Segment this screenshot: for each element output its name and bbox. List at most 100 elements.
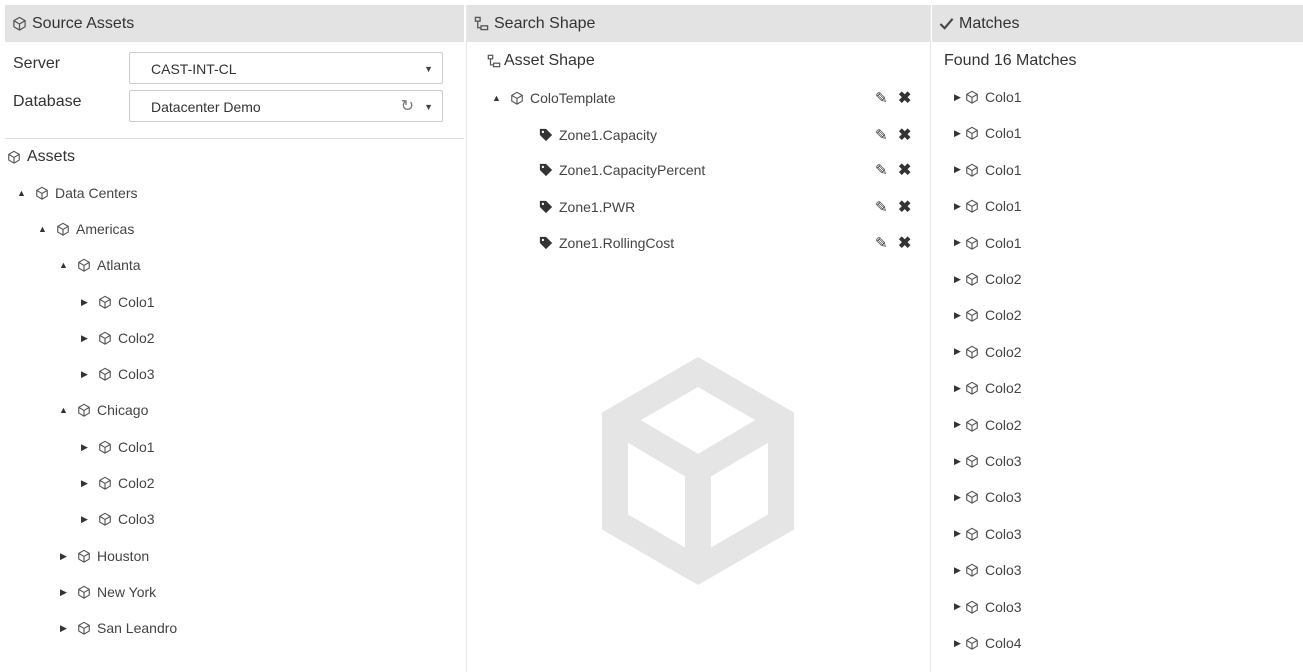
match-item[interactable]: ▶ Colo2 [953, 413, 1022, 437]
triangle-collapsed-icon[interactable]: ▶ [80, 333, 89, 344]
tree-node-atlanta[interactable]: ▲ Atlanta [59, 253, 141, 277]
tree-node-houston[interactable]: ▶ Houston [59, 544, 149, 568]
tree-node-colo[interactable]: ▶ Colo1 [80, 290, 155, 314]
match-item[interactable]: ▶ Colo3 [953, 485, 1022, 509]
triangle-collapsed-icon[interactable]: ▶ [80, 478, 89, 489]
tag-icon [539, 128, 553, 142]
match-item[interactable]: ▶ Colo2 [953, 303, 1022, 327]
tree-node-colo[interactable]: ▶ Colo3 [80, 507, 155, 531]
tree-node-colo[interactable]: ▶ Colo1 [80, 435, 155, 459]
triangle-collapsed-icon[interactable]: ▶ [953, 383, 962, 394]
attribute-label: Zone1.PWR [559, 199, 636, 215]
triangle-collapsed-icon[interactable]: ▶ [80, 442, 89, 453]
tree-node-colo[interactable]: ▶ Colo2 [80, 471, 155, 495]
triangle-collapsed-icon[interactable]: ▶ [953, 346, 962, 357]
pencil-icon[interactable]: ✎ [875, 198, 892, 216]
cube-icon [966, 563, 978, 577]
pencil-icon[interactable]: ✎ [875, 234, 892, 252]
match-item[interactable]: ▶ Colo1 [953, 231, 1022, 255]
triangle-collapsed-icon[interactable]: ▶ [953, 92, 962, 103]
triangle-collapsed-icon[interactable]: ▶ [953, 601, 962, 612]
triangle-collapsed-icon[interactable]: ▶ [953, 528, 962, 539]
triangle-collapsed-icon[interactable]: ▶ [953, 492, 962, 503]
triangle-collapsed-icon[interactable]: ▶ [953, 638, 962, 649]
cube-icon [966, 491, 978, 505]
pencil-icon[interactable]: ✎ [875, 126, 892, 144]
match-item[interactable]: ▶ Colo3 [953, 558, 1022, 582]
close-icon[interactable]: ✖ [898, 88, 915, 108]
server-select[interactable]: CAST-INT-CL ▼ [129, 52, 443, 84]
triangle-expanded-icon[interactable]: ▲ [59, 260, 68, 270]
tree-node-chicago[interactable]: ▲ Chicago [59, 398, 148, 422]
match-label: Colo1 [985, 125, 1022, 142]
found-matches-text: Found 16 Matches [944, 52, 1077, 69]
triangle-collapsed-icon[interactable]: ▶ [953, 456, 962, 467]
divider [5, 138, 464, 139]
matches-panel: Matches Found 16 Matches ▶ Colo1 ▶ Colo1 ▶ Co… [932, 5, 1303, 672]
match-item[interactable]: ▶ Colo3 [953, 595, 1022, 619]
database-label: Database [13, 93, 82, 110]
match-item[interactable]: ▶ Colo4 [953, 631, 1022, 655]
match-item[interactable]: ▶ Colo2 [953, 267, 1022, 291]
close-icon[interactable]: ✖ [898, 233, 915, 253]
tree-node-san-leandro[interactable]: ▶ San Leandro [59, 616, 177, 640]
tree-node-colo-template[interactable]: ▲ ColoTemplate [492, 86, 616, 110]
tree-node-label: Data Centers [55, 185, 138, 201]
triangle-collapsed-icon[interactable]: ▶ [953, 565, 962, 576]
match-item[interactable]: ▶ Colo3 [953, 449, 1022, 473]
close-icon[interactable]: ✖ [898, 197, 915, 217]
matches-header: Matches [932, 5, 1303, 42]
attribute-item[interactable]: Zone1.CapacityPercent [539, 158, 705, 182]
match-label: Colo3 [985, 598, 1022, 615]
tree-node-colo[interactable]: ▶ Colo3 [80, 362, 155, 386]
cube-icon [966, 345, 978, 359]
close-icon[interactable]: ✖ [898, 125, 915, 145]
assets-heading: Assets [7, 145, 75, 169]
match-item[interactable]: ▶ Colo1 [953, 85, 1022, 109]
match-item[interactable]: ▶ Colo1 [953, 121, 1022, 145]
cube-icon [966, 163, 978, 177]
triangle-collapsed-icon[interactable]: ▶ [953, 237, 962, 248]
tree-node-label: Colo3 [118, 511, 155, 527]
tree-node-americas[interactable]: ▲ Americas [38, 217, 134, 241]
triangle-collapsed-icon[interactable]: ▶ [59, 587, 68, 598]
tree-node-colo[interactable]: ▶ Colo2 [80, 326, 155, 350]
hierarchy-icon [474, 16, 489, 31]
triangle-collapsed-icon[interactable]: ▶ [953, 310, 962, 321]
triangle-collapsed-icon[interactable]: ▶ [953, 201, 962, 212]
attribute-item[interactable]: Zone1.PWR [539, 195, 635, 219]
match-item[interactable]: ▶ Colo2 [953, 340, 1022, 364]
tree-node-new-york[interactable]: ▶ New York [59, 580, 156, 604]
triangle-collapsed-icon[interactable]: ▶ [953, 128, 962, 139]
tree-node-data-centers[interactable]: ▲ Data Centers [17, 181, 137, 205]
match-item[interactable]: ▶ Colo1 [953, 158, 1022, 182]
pencil-icon[interactable]: ✎ [875, 161, 892, 179]
attribute-actions: ✎ ✖ [875, 195, 915, 219]
triangle-collapsed-icon[interactable]: ▶ [59, 551, 68, 562]
triangle-collapsed-icon[interactable]: ▶ [80, 514, 89, 525]
triangle-expanded-icon[interactable]: ▲ [59, 405, 68, 415]
cube-icon [99, 367, 111, 381]
triangle-collapsed-icon[interactable]: ▶ [80, 297, 89, 308]
cube-icon [78, 621, 90, 635]
triangle-expanded-icon[interactable]: ▲ [492, 93, 501, 103]
triangle-collapsed-icon[interactable]: ▶ [59, 623, 68, 634]
triangle-expanded-icon[interactable]: ▲ [38, 224, 47, 234]
match-item[interactable]: ▶ Colo3 [953, 522, 1022, 546]
asset-shape-heading: Asset Shape [487, 49, 595, 73]
attribute-item[interactable]: Zone1.RollingCost [539, 231, 674, 255]
cube-icon [78, 403, 90, 417]
triangle-collapsed-icon[interactable]: ▶ [953, 419, 962, 430]
match-item[interactable]: ▶ Colo1 [953, 194, 1022, 218]
triangle-collapsed-icon[interactable]: ▶ [80, 369, 89, 380]
triangle-collapsed-icon[interactable]: ▶ [953, 164, 962, 175]
hierarchy-icon [487, 54, 501, 68]
attribute-item[interactable]: Zone1.Capacity [539, 123, 657, 147]
database-select[interactable]: Datacenter Demo ↻ ▼ [129, 90, 443, 122]
close-icon[interactable]: ✖ [898, 160, 915, 180]
pencil-icon[interactable]: ✎ [875, 89, 892, 107]
triangle-expanded-icon[interactable]: ▲ [17, 188, 26, 198]
triangle-collapsed-icon[interactable]: ▶ [953, 274, 962, 285]
refresh-icon[interactable]: ↻ [401, 91, 414, 123]
match-item[interactable]: ▶ Colo2 [953, 376, 1022, 400]
